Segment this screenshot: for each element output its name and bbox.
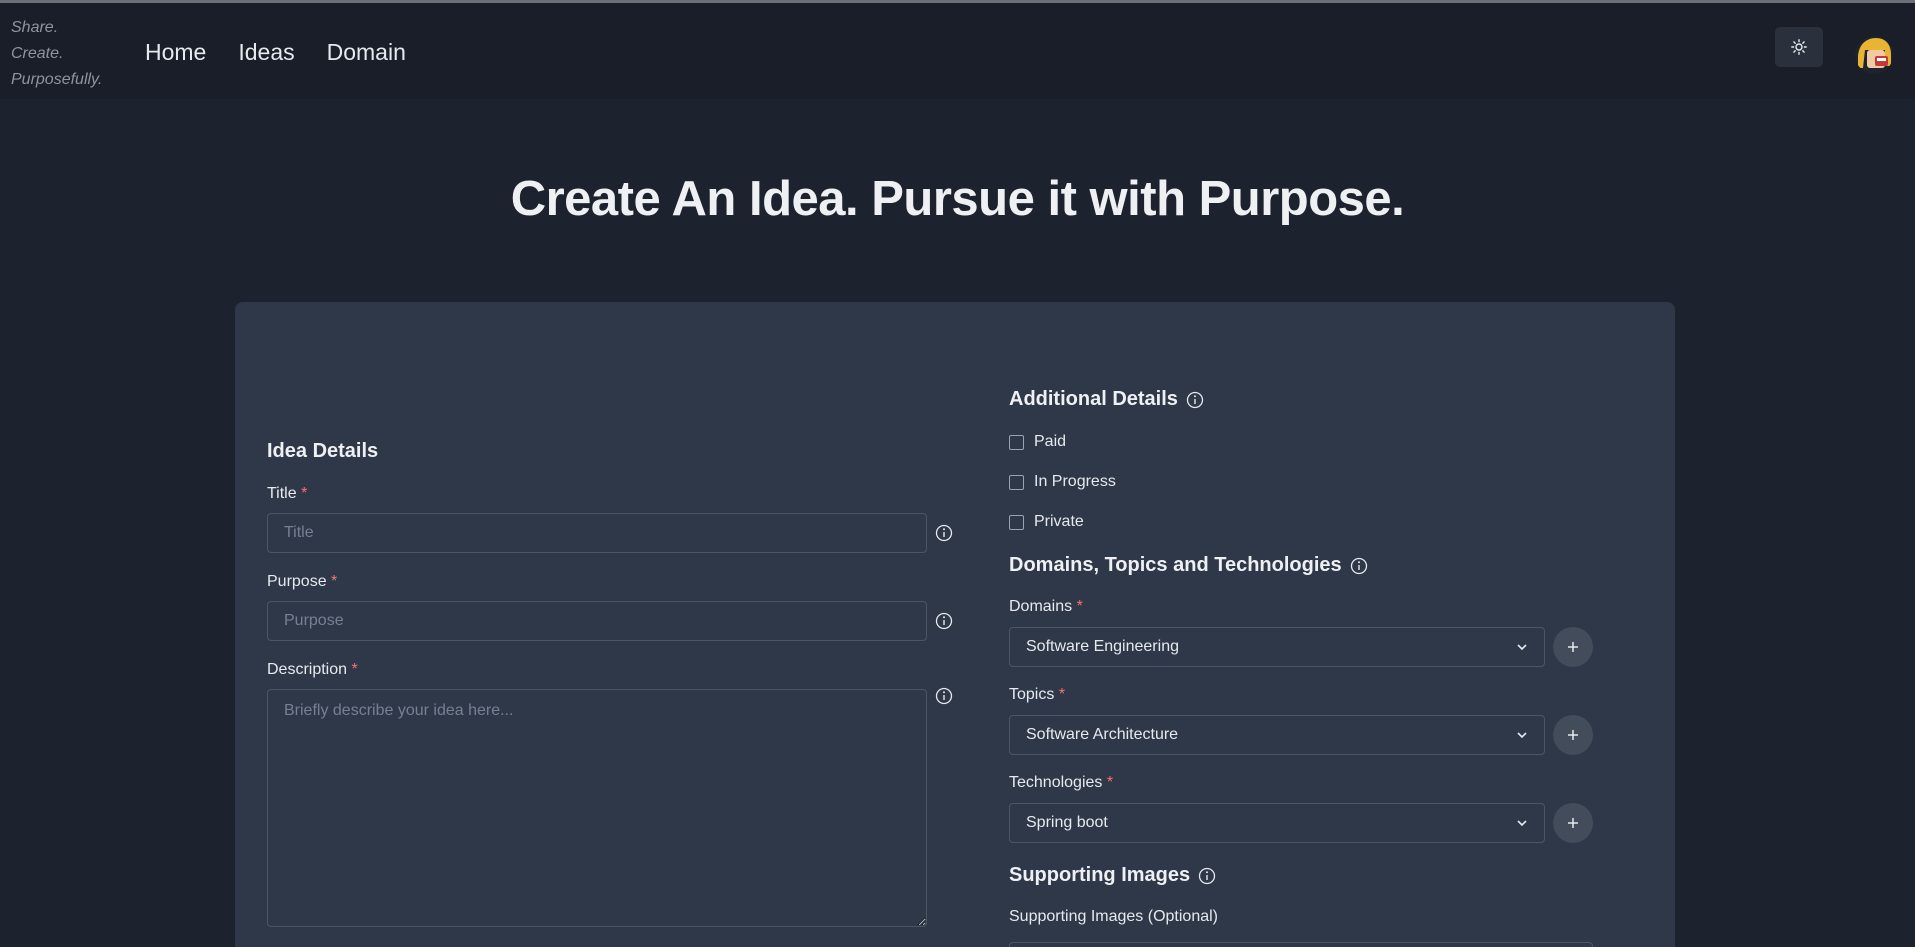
title-info-icon[interactable] xyxy=(935,524,953,542)
purpose-label: Purpose * xyxy=(267,573,337,591)
private-checkbox-label: Private xyxy=(1034,513,1084,530)
tagline-line-2: Create. xyxy=(11,45,64,62)
description-info-icon[interactable] xyxy=(935,687,953,705)
technologies-select[interactable]: Spring boot xyxy=(1009,803,1545,843)
title-label-text: Title xyxy=(267,485,297,502)
topics-label: Topics * xyxy=(1009,686,1065,704)
purpose-info-icon[interactable] xyxy=(935,612,953,630)
domains-label-text: Domains xyxy=(1009,598,1073,615)
paid-checkbox[interactable] xyxy=(1009,434,1024,450)
nav-link-home[interactable]: Home xyxy=(145,39,206,66)
tagline: Share. Create. Purposefully. xyxy=(11,15,102,93)
private-checkbox[interactable] xyxy=(1009,514,1024,530)
description-textarea[interactable] xyxy=(267,689,927,927)
dtt-info-icon[interactable] xyxy=(1350,557,1368,575)
plus-icon xyxy=(1568,818,1578,828)
purpose-input[interactable] xyxy=(267,601,927,641)
tagline-line-3: Purposefully. xyxy=(11,71,103,88)
technologies-select-value: Spring boot xyxy=(1026,814,1108,831)
additional-details-heading-text: Additional Details xyxy=(1009,388,1178,410)
supporting-images-info-icon[interactable] xyxy=(1198,867,1216,885)
supporting-images-heading: Supporting Images xyxy=(1009,864,1216,887)
title-input[interactable] xyxy=(267,513,927,553)
nav-link-ideas[interactable]: Ideas xyxy=(238,39,294,66)
topics-label-text: Topics xyxy=(1009,686,1055,703)
supporting-images-heading-text: Supporting Images xyxy=(1009,864,1191,886)
private-checkbox-row[interactable]: Private xyxy=(1009,513,1084,531)
required-mark: * xyxy=(1106,774,1114,791)
add-domain-button[interactable] xyxy=(1553,627,1593,667)
theme-toggle-button[interactable] xyxy=(1775,27,1823,67)
dtt-heading-text: Domains, Topics and Technologies xyxy=(1009,554,1342,576)
in-progress-checkbox-row[interactable]: In Progress xyxy=(1009,473,1116,491)
purpose-label-text: Purpose xyxy=(267,573,327,590)
domains-label: Domains * xyxy=(1009,598,1083,616)
domains-select[interactable]: Software Engineering xyxy=(1009,627,1545,667)
required-mark: * xyxy=(301,485,308,502)
additional-details-heading: Additional Details xyxy=(1009,388,1204,411)
paid-checkbox-row[interactable]: Paid xyxy=(1009,433,1066,451)
navbar: Share. Create. Purposefully. Home Ideas … xyxy=(0,3,1915,99)
required-mark: * xyxy=(331,573,338,590)
page-title: Create An Idea. Pursue it with Purpose. xyxy=(510,172,1405,226)
title-label: Title * xyxy=(267,485,307,503)
technologies-label: Technologies * xyxy=(1009,774,1113,792)
in-progress-checkbox-label: In Progress xyxy=(1034,473,1116,490)
required-mark: * xyxy=(1076,598,1083,615)
add-topic-button[interactable] xyxy=(1553,715,1593,755)
add-technology-button[interactable] xyxy=(1553,803,1593,843)
avatar-image xyxy=(1855,36,1893,74)
chevron-down-icon xyxy=(1517,644,1527,651)
supporting-images-label: Supporting Images (Optional) xyxy=(1009,908,1218,925)
idea-form-card: Idea Details Title * Purpose * Descripti… xyxy=(235,302,1675,947)
required-mark: * xyxy=(1058,686,1066,703)
topics-select-value: Software Architecture xyxy=(1026,726,1179,743)
paid-checkbox-label: Paid xyxy=(1034,433,1067,450)
idea-details-heading: Idea Details xyxy=(267,440,378,463)
domains-select-value: Software Engineering xyxy=(1026,638,1179,655)
topics-select[interactable]: Software Architecture xyxy=(1009,715,1545,755)
nav-link-domain[interactable]: Domain xyxy=(327,39,406,66)
nav-links: Home Ideas Domain xyxy=(145,39,438,66)
description-label: Description * xyxy=(267,661,358,679)
required-mark: * xyxy=(351,661,358,678)
description-label-text: Description xyxy=(267,661,348,678)
avatar[interactable] xyxy=(1855,36,1893,74)
sun-icon xyxy=(1791,39,1807,55)
idea-details-heading-text: Idea Details xyxy=(267,440,379,462)
dtt-heading: Domains, Topics and Technologies xyxy=(1009,554,1368,577)
chevron-down-icon xyxy=(1517,820,1527,827)
technologies-label-text: Technologies xyxy=(1009,774,1103,791)
supporting-images-upload[interactable] xyxy=(1009,942,1593,947)
plus-icon xyxy=(1568,730,1578,740)
chevron-down-icon xyxy=(1517,732,1527,739)
plus-icon xyxy=(1568,642,1578,652)
additional-details-info-icon[interactable] xyxy=(1186,391,1204,409)
in-progress-checkbox[interactable] xyxy=(1009,474,1024,490)
tagline-line-1: Share. xyxy=(11,19,59,36)
